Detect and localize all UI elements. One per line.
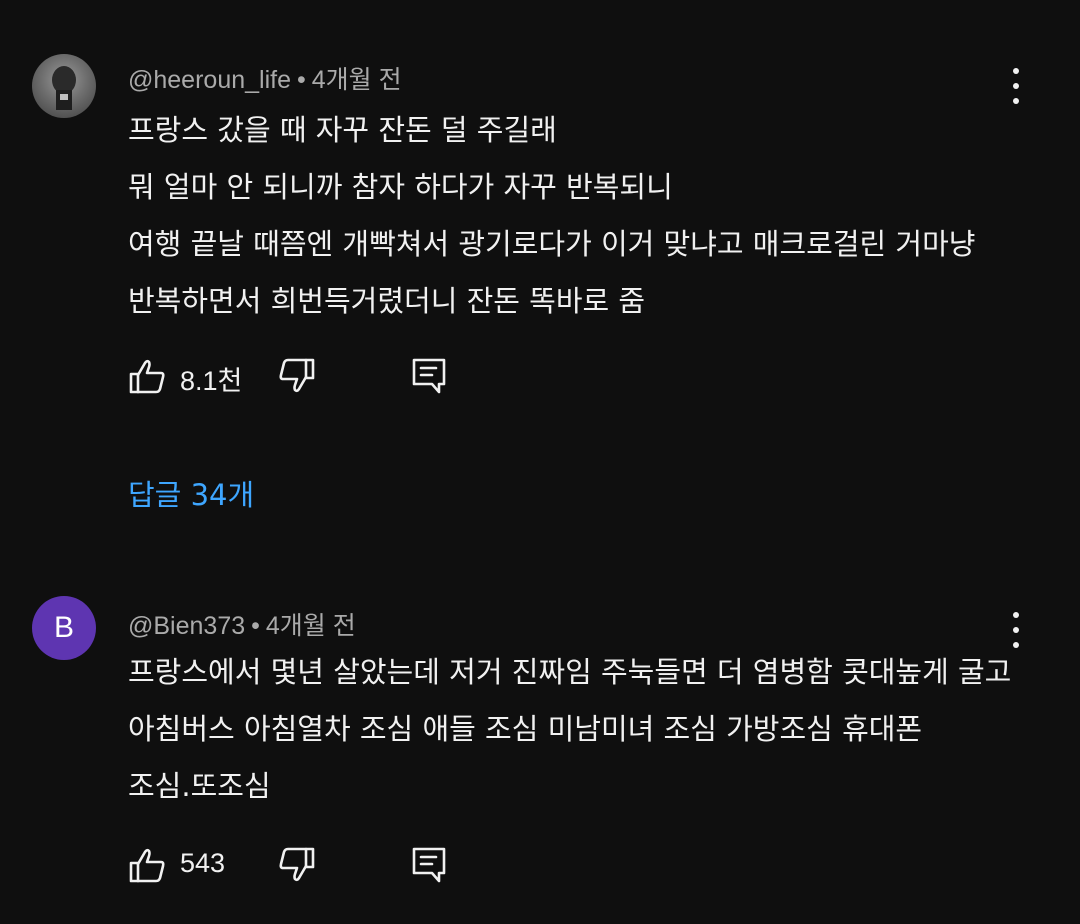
author-handle[interactable]: @heeroun_life [128, 66, 291, 94]
comment-line: 뭐 얼마 안 되니까 참자 하다가 자꾸 반복되니 [128, 170, 673, 204]
comment-actions: 8.1천 [128, 356, 458, 396]
more-vert-icon[interactable] [1004, 68, 1028, 104]
thumbs-up-icon [129, 848, 165, 883]
dislike-button[interactable] [276, 845, 316, 885]
comment-line: 반복하면서 희번득거렸더니 잔돈 똑바로 줌 [128, 284, 646, 318]
comment-line: 프랑스 갔을 때 자꾸 잔돈 덜 주길래 [128, 113, 557, 147]
like-count: 8.1천 [180, 366, 243, 396]
comment-text: 프랑스에서 몇년 살았는데 저거 진짜임 주눅들면 더 염병함 콧대높게 굴고 … [128, 644, 1011, 815]
comment-actions: 543 [128, 845, 458, 885]
more-vert-icon[interactable] [1004, 612, 1028, 648]
thumbs-down-icon [279, 847, 315, 882]
comment-icon [412, 847, 446, 883]
comment-line: 조심.또조심 [128, 769, 271, 803]
comment-timestamp[interactable]: 4개월 전 [312, 66, 402, 94]
dislike-button[interactable] [276, 356, 316, 396]
thumbs-down-icon [279, 358, 315, 393]
comment-line: 아침버스 아침열차 조심 애들 조심 미남미녀 조심 가방조심 휴대폰 [128, 712, 923, 746]
author-handle[interactable]: @Bien373 [128, 612, 245, 640]
comment-icon [412, 358, 446, 394]
reply-button[interactable] [410, 356, 450, 396]
comment-meta: @heeroun_life • 4개월 전 [128, 60, 402, 96]
avatar[interactable] [32, 54, 96, 118]
avatar-photo [52, 66, 76, 110]
like-count: 543 [180, 848, 226, 878]
comment-line: 여행 끝날 때쯤엔 개빡쳐서 광기로다가 이거 맞냐고 매크로걸린 거마냥 [128, 227, 976, 261]
like-button[interactable] [128, 845, 168, 885]
view-replies-link[interactable]: 답글 34개 [128, 472, 254, 514]
reply-button[interactable] [410, 845, 450, 885]
meta-separator: • [251, 612, 260, 640]
meta-separator: • [297, 66, 306, 94]
avatar[interactable]: B [32, 596, 96, 660]
comment-line: 프랑스에서 몇년 살았는데 저거 진짜임 주눅들면 더 염병함 콧대높게 굴고 [128, 655, 1012, 689]
comment-meta: @Bien373 • 4개월 전 [128, 606, 356, 642]
comment-text: 프랑스 갔을 때 자꾸 잔돈 덜 주길래 뭐 얼마 안 되니까 참자 하다가 자… [128, 102, 975, 330]
avatar-letter: B [53, 611, 74, 644]
thumbs-up-icon [129, 359, 165, 394]
comment-timestamp[interactable]: 4개월 전 [266, 612, 356, 640]
like-button[interactable] [128, 356, 168, 396]
